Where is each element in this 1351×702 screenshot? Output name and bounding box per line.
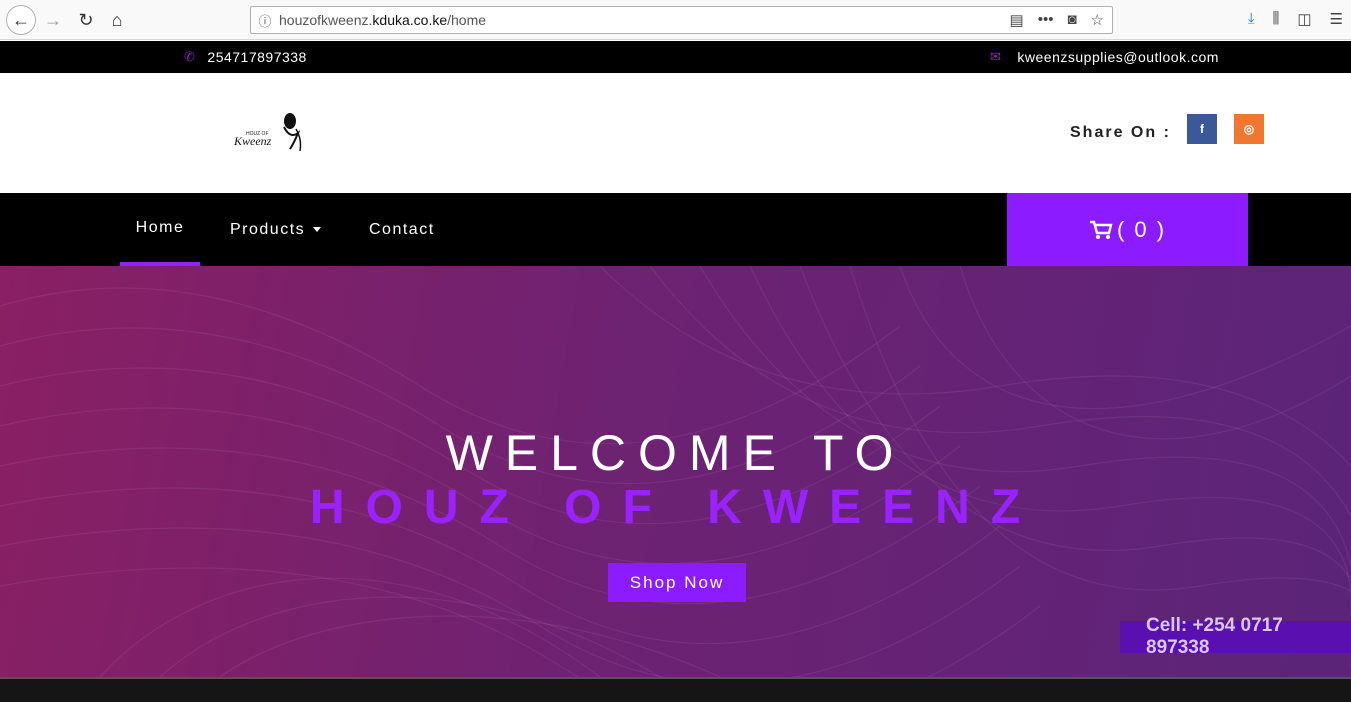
envelope-icon: ✉ (990, 49, 1002, 64)
email-address[interactable]: kweenzsupplies@outlook.com (1017, 49, 1219, 65)
site-header: HOUZ OF Kweenz Share On : f ◎ (0, 73, 1351, 193)
url-text[interactable]: houzofkweenz.kduka.co.ke/home (279, 12, 1010, 28)
cell-phone-badge[interactable]: Cell: +254 0717 897338 (1120, 615, 1351, 658)
page-actions-icon[interactable]: ••• (1038, 11, 1054, 29)
next-section-strip (0, 677, 1351, 702)
reload-icon[interactable]: ↻ (73, 7, 99, 33)
menu-icon[interactable]: ☰ (1330, 10, 1343, 28)
shop-now-button[interactable]: Shop Now (608, 563, 746, 602)
nav-home[interactable]: Home (120, 193, 200, 266)
nav-contact[interactable]: Contact (369, 193, 435, 266)
hero-banner: WELCOME TO HOUZ OF KWEENZ Shop Now Cell:… (0, 266, 1351, 677)
forward-icon[interactable]: → (40, 7, 66, 33)
facebook-icon[interactable]: f (1187, 114, 1217, 144)
phone-icon: ✆ (184, 49, 196, 64)
back-icon[interactable]: ← (6, 5, 36, 35)
top-contact-bar: ✆ 254717897338 ✉ kweenzsupplies@outlook.… (0, 41, 1351, 73)
library-icon[interactable]: ⫼ (1272, 10, 1279, 28)
reader-view-icon[interactable]: ▤ (1010, 11, 1024, 29)
home-icon[interactable]: ⌂ (104, 7, 130, 33)
browser-toolbar: ← → ↻ ⌂ ⓘ houzofkweenz.kduka.co.ke/home … (0, 0, 1351, 40)
hero-brand-name: HOUZ OF KWEENZ (309, 481, 1042, 534)
pocket-icon[interactable]: ◙ (1067, 11, 1076, 29)
share-label: Share On : (1070, 124, 1171, 141)
phone-number[interactable]: 254717897338 (207, 49, 306, 65)
download-icon[interactable]: ⤓ (1248, 10, 1255, 28)
instagram-icon[interactable]: ◎ (1234, 114, 1264, 144)
sidebar-icon[interactable]: ◫ (1297, 10, 1311, 28)
info-icon[interactable]: ⓘ (251, 11, 279, 30)
cart-button[interactable]: ( 0 ) (1007, 193, 1248, 266)
caret-down-icon (313, 227, 322, 232)
site-logo[interactable]: HOUZ OF Kweenz (232, 109, 306, 153)
cart-icon (1089, 220, 1113, 239)
svg-text:Kweenz: Kweenz (233, 134, 272, 148)
bookmark-star-icon[interactable]: ☆ (1091, 11, 1104, 29)
address-bar[interactable]: ⓘ houzofkweenz.kduka.co.ke/home ▤ ••• ◙ … (250, 6, 1113, 34)
hero-heading: WELCOME TO (445, 425, 906, 481)
main-nav: Home Products Contact ( 0 ) (0, 193, 1351, 266)
cart-count: ( 0 ) (1116, 216, 1167, 242)
nav-products[interactable]: Products (230, 193, 322, 266)
